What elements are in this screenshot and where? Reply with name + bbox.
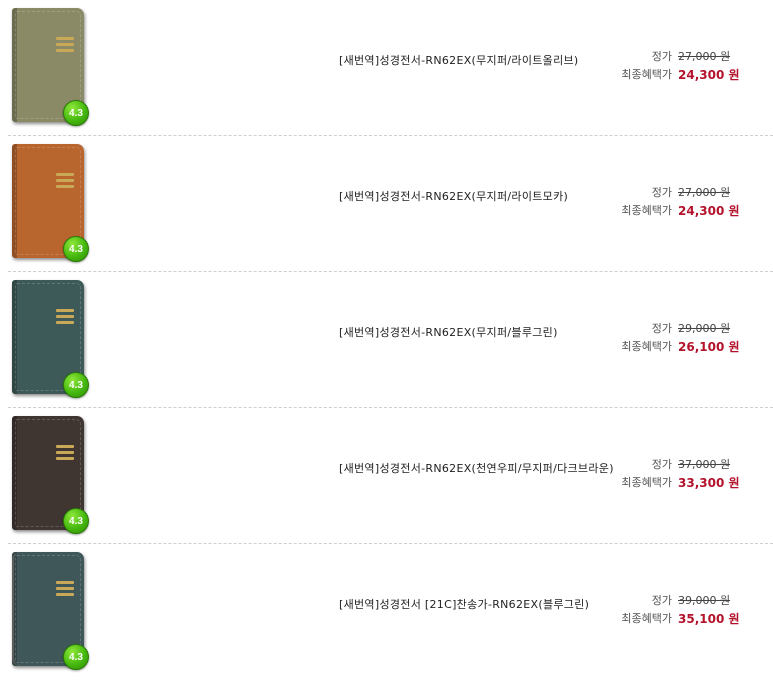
rating-badge: 4.3 (63, 508, 89, 534)
product-title-link[interactable]: [새번역]성경전서-RN62EX(무지퍼/라이트모카) (339, 188, 568, 204)
list-price-label: 정가 (651, 186, 672, 199)
list-price-value: 27,000 원 (678, 50, 731, 63)
final-price-value: 33,300 원 (678, 476, 740, 490)
rating-badge: 4.3 (63, 236, 89, 262)
product-title-link[interactable]: [새번역]성경전서-RN62EX(천연우피/무지퍼/다크브라운) (339, 460, 614, 476)
product-title-link[interactable]: [새번역]성경전서-RN62EX(무지퍼/라이트올리브) (339, 52, 579, 68)
rating-badge: 4.3 (63, 644, 89, 670)
final-price-value: 24,300 원 (678, 68, 740, 82)
product-item: 4.3 [새번역]성경전서 [21C]찬송가-RN62EX(블루그린) 정가 3… (0, 544, 773, 680)
list-price-row: 정가 27,000 원 (620, 48, 760, 66)
list-price-row: 정가 29,000 원 (620, 320, 760, 338)
price-block: 정가 29,000 원 최종혜택가 26,100 원 (620, 320, 760, 356)
gold-title-emblem (56, 34, 74, 64)
final-price-label: 최종혜택가 (621, 340, 672, 353)
final-price-row: 최종혜택가 33,300 원 (620, 474, 760, 492)
rating-badge: 4.3 (63, 372, 89, 398)
list-price-row: 정가 27,000 원 (620, 184, 760, 202)
list-price-value: 27,000 원 (678, 186, 731, 199)
price-block: 정가 27,000 원 최종혜택가 24,300 원 (620, 184, 760, 220)
final-price-label: 최종혜택가 (621, 476, 672, 489)
final-price-row: 최종혜택가 24,300 원 (620, 66, 760, 84)
gold-title-emblem (56, 442, 74, 472)
list-price-label: 정가 (651, 594, 672, 607)
list-price-value: 37,000 원 (678, 458, 731, 471)
list-price-row: 정가 39,000 원 (620, 592, 760, 610)
gold-title-emblem (56, 306, 74, 336)
product-title-link[interactable]: [새번역]성경전서-RN62EX(무지퍼/블루그린) (339, 324, 558, 340)
list-price-label: 정가 (651, 322, 672, 335)
final-price-value: 35,100 원 (678, 612, 740, 626)
product-title-link[interactable]: [새번역]성경전서 [21C]찬송가-RN62EX(블루그린) (339, 596, 589, 612)
final-price-row: 최종혜택가 24,300 원 (620, 202, 760, 220)
price-block: 정가 39,000 원 최종혜택가 35,100 원 (620, 592, 760, 628)
final-price-row: 최종혜택가 26,100 원 (620, 338, 760, 356)
product-list: 4.3 [새번역]성경전서-RN62EX(무지퍼/라이트올리브) 정가 27,0… (0, 0, 773, 680)
product-item: 4.3 [새번역]성경전서-RN62EX(무지퍼/블루그린) 정가 29,000… (0, 272, 773, 408)
final-price-label: 최종혜택가 (621, 612, 672, 625)
list-price-value: 29,000 원 (678, 322, 731, 335)
final-price-value: 24,300 원 (678, 204, 740, 218)
list-price-label: 정가 (651, 458, 672, 471)
price-block: 정가 37,000 원 최종혜택가 33,300 원 (620, 456, 760, 492)
product-item: 4.3 [새번역]성경전서-RN62EX(무지퍼/라이트모카) 정가 27,00… (0, 136, 773, 272)
product-item: 4.3 [새번역]성경전서-RN62EX(천연우피/무지퍼/다크브라운) 정가 … (0, 408, 773, 544)
price-block: 정가 27,000 원 최종혜택가 24,300 원 (620, 48, 760, 84)
list-price-value: 39,000 원 (678, 594, 731, 607)
list-price-row: 정가 37,000 원 (620, 456, 760, 474)
final-price-label: 최종혜택가 (621, 204, 672, 217)
list-price-label: 정가 (651, 50, 672, 63)
gold-title-emblem (56, 170, 74, 200)
gold-title-emblem (56, 578, 74, 608)
final-price-label: 최종혜택가 (621, 68, 672, 81)
product-item: 4.3 [새번역]성경전서-RN62EX(무지퍼/라이트올리브) 정가 27,0… (0, 0, 773, 136)
final-price-value: 26,100 원 (678, 340, 740, 354)
rating-badge: 4.3 (63, 100, 89, 126)
final-price-row: 최종혜택가 35,100 원 (620, 610, 760, 628)
